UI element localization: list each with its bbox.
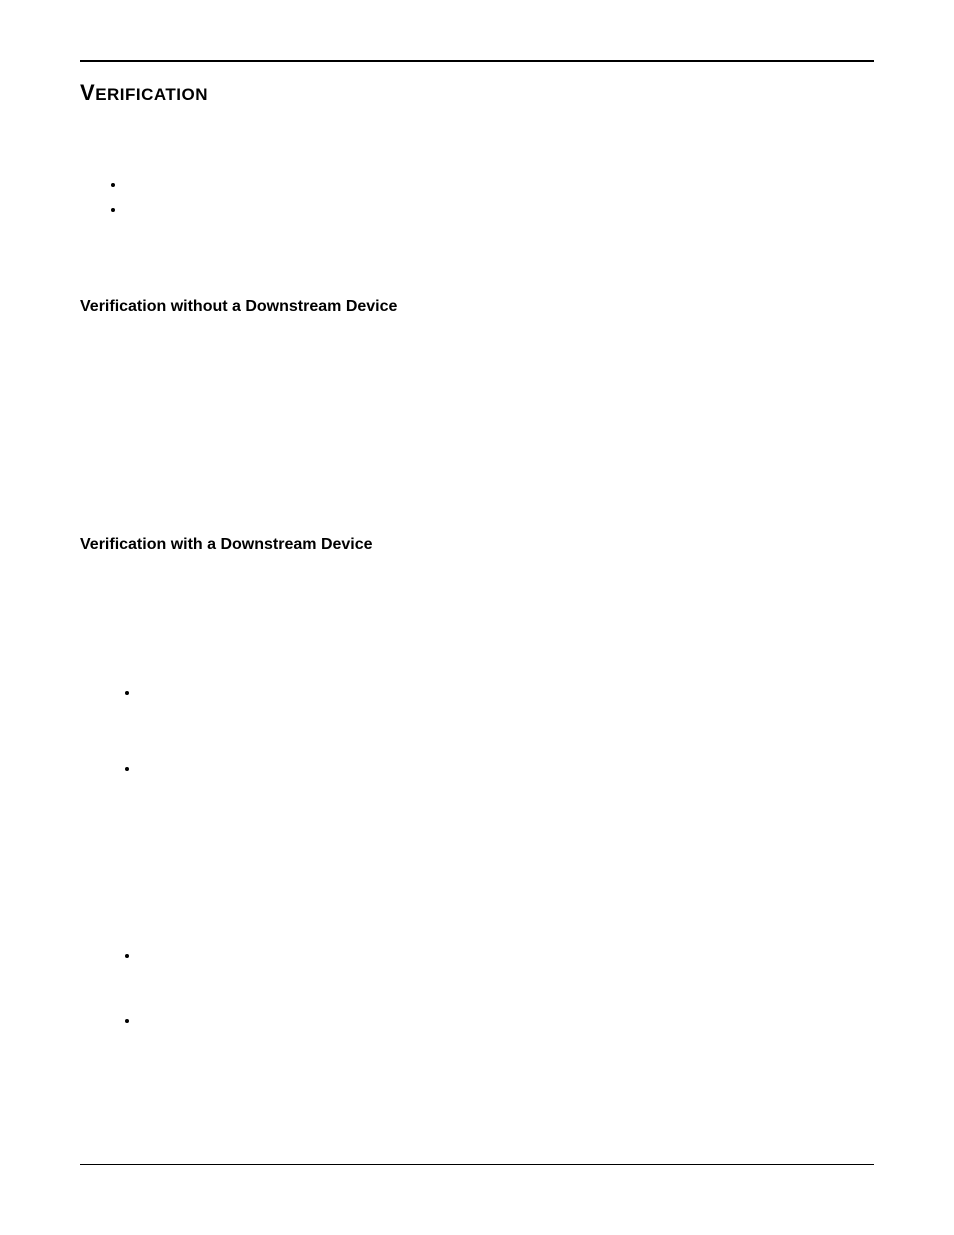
list-item: [140, 947, 874, 964]
list-item: [140, 684, 874, 701]
group-2-bullets: [140, 684, 874, 778]
section-title: VERIFICATION: [80, 80, 874, 106]
list-item: [126, 201, 874, 218]
list-item: [126, 176, 874, 193]
bottom-rule: [80, 1164, 874, 1165]
list-item: [140, 760, 874, 777]
subsection-title-2: Verification with a Downstream Device: [80, 536, 874, 554]
spacer: [80, 837, 874, 947]
section-title-text: VERIFICATION: [80, 83, 208, 105]
page: VERIFICATION Verification without a Down…: [0, 0, 954, 1235]
group-3-bullets: [140, 947, 874, 1029]
intro-bullets: [126, 176, 874, 218]
spacer: [80, 238, 874, 268]
spacer: [80, 346, 874, 506]
list-item: [140, 1012, 874, 1029]
top-rule: [80, 60, 874, 62]
spacer: [80, 584, 874, 684]
spacer: [80, 146, 874, 176]
subsection-title-1: Verification without a Downstream Device: [80, 298, 874, 316]
